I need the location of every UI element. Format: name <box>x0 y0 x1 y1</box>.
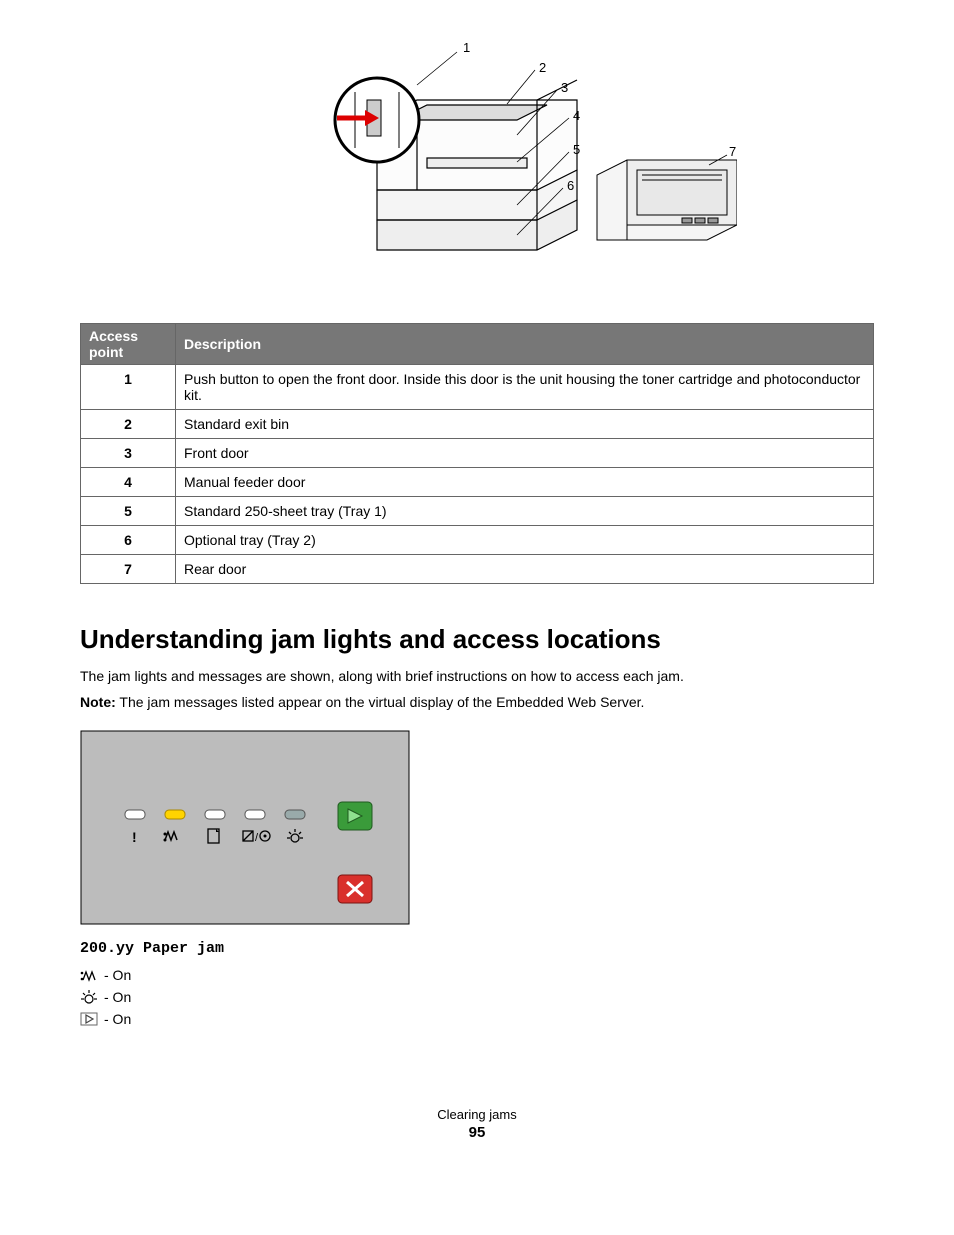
callout-6: 6 <box>567 178 574 193</box>
table-header-access-point: Access point <box>81 324 176 365</box>
section-heading: Understanding jam lights and access loca… <box>80 624 874 655</box>
svg-text:!: ! <box>132 829 137 845</box>
jam-code: 200.yy Paper jam <box>80 940 874 957</box>
jam-icon <box>80 968 98 982</box>
continue-button-graphic <box>338 802 372 830</box>
callout-3: 3 <box>561 80 568 95</box>
printer-diagram: 1 2 3 4 5 6 7 <box>80 40 874 303</box>
page-number: 95 <box>80 1124 874 1141</box>
footer-section: Clearing jams <box>80 1107 874 1122</box>
table-row: 1Push button to open the front door. Ins… <box>81 365 874 410</box>
cancel-button-graphic <box>338 875 372 903</box>
section-intro: The jam lights and messages are shown, a… <box>80 667 874 687</box>
table-row: 3Front door <box>81 439 874 468</box>
callout-1: 1 <box>463 40 470 55</box>
continue-icon <box>80 1012 98 1026</box>
status-item: - On <box>80 1011 874 1027</box>
page-footer: Clearing jams 95 <box>80 1107 874 1141</box>
note-label: Note: <box>80 694 116 710</box>
callout-5: 5 <box>573 142 580 157</box>
callout-4: 4 <box>573 108 580 123</box>
control-panel-diagram: ! / <box>80 730 874 928</box>
section-note: Note: The jam messages listed appear on … <box>80 693 874 713</box>
table-row: 2Standard exit bin <box>81 410 874 439</box>
jam-status-list: - On - On - On <box>80 967 874 1027</box>
table-row: 6Optional tray (Tray 2) <box>81 526 874 555</box>
access-point-table: Access point Description 1Push button to… <box>80 323 874 584</box>
table-header-description: Description <box>176 324 874 365</box>
status-item: - On <box>80 989 874 1005</box>
callout-2: 2 <box>539 60 546 75</box>
table-row: 7Rear door <box>81 555 874 584</box>
table-row: 5Standard 250-sheet tray (Tray 1) <box>81 497 874 526</box>
status-text: - On <box>104 967 131 983</box>
note-text: The jam messages listed appear on the vi… <box>116 694 645 710</box>
table-row: 4Manual feeder door <box>81 468 874 497</box>
status-item: - On <box>80 967 874 983</box>
callout-7: 7 <box>729 144 736 159</box>
toner-icon <box>80 990 98 1004</box>
status-text: - On <box>104 1011 131 1027</box>
status-text: - On <box>104 989 131 1005</box>
